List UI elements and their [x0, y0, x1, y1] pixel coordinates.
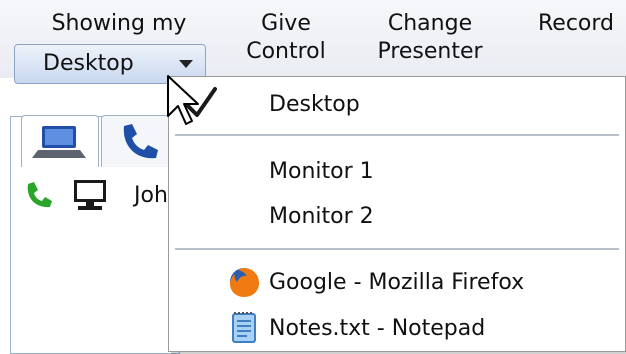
participants-panel — [10, 115, 180, 354]
menu-item-label: Desktop — [269, 92, 360, 117]
menu-item-label: Monitor 2 — [269, 204, 374, 229]
showing-my-label: Showing my — [51, 11, 187, 36]
give-control-line2: Control — [246, 39, 326, 64]
menu-item-label: Monitor 1 — [269, 159, 374, 184]
computer-status-icon — [74, 180, 106, 210]
notepad-icon — [232, 312, 256, 343]
give-control-button[interactable]: Give Control — [236, 10, 336, 66]
mouse-cursor-icon — [167, 75, 199, 125]
computer-icon — [32, 126, 86, 158]
change-presenter-line1: Change — [387, 11, 473, 36]
change-presenter-button[interactable]: Change Presenter — [360, 10, 500, 66]
menu-separator — [175, 248, 619, 250]
menu-item-desktop[interactable]: Desktop — [169, 85, 625, 125]
menu-item-label: Google - Mozilla Firefox — [269, 270, 525, 295]
record-button[interactable]: Record — [526, 10, 626, 38]
tab-computer[interactable] — [21, 115, 99, 167]
change-presenter-line2: Presenter — [377, 39, 483, 64]
menu-item-label: Notes.txt - Notepad — [269, 316, 486, 341]
firefox-icon — [230, 268, 259, 297]
toolbar: Showing my Desktop Give Control Change P… — [0, 0, 626, 84]
menu-item-monitor-1[interactable]: Monitor 1 — [169, 152, 625, 192]
showing-dropdown-menu: Desktop Monitor 1 Monitor 2 Google - Moz… — [168, 76, 626, 352]
participant-name: Joh — [134, 183, 168, 208]
desktop-dropdown-label: Desktop — [43, 51, 134, 76]
participant-row[interactable]: Joh — [10, 176, 180, 216]
menu-item-firefox[interactable]: Google - Mozilla Firefox — [169, 263, 625, 303]
menu-item-notepad[interactable]: Notes.txt - Notepad — [169, 309, 625, 349]
menu-item-monitor-2[interactable]: Monitor 2 — [169, 197, 625, 237]
menu-separator — [175, 134, 619, 136]
chevron-down-icon — [179, 60, 193, 68]
give-control-line1: Give — [261, 11, 311, 36]
phone-status-icon — [27, 182, 52, 208]
